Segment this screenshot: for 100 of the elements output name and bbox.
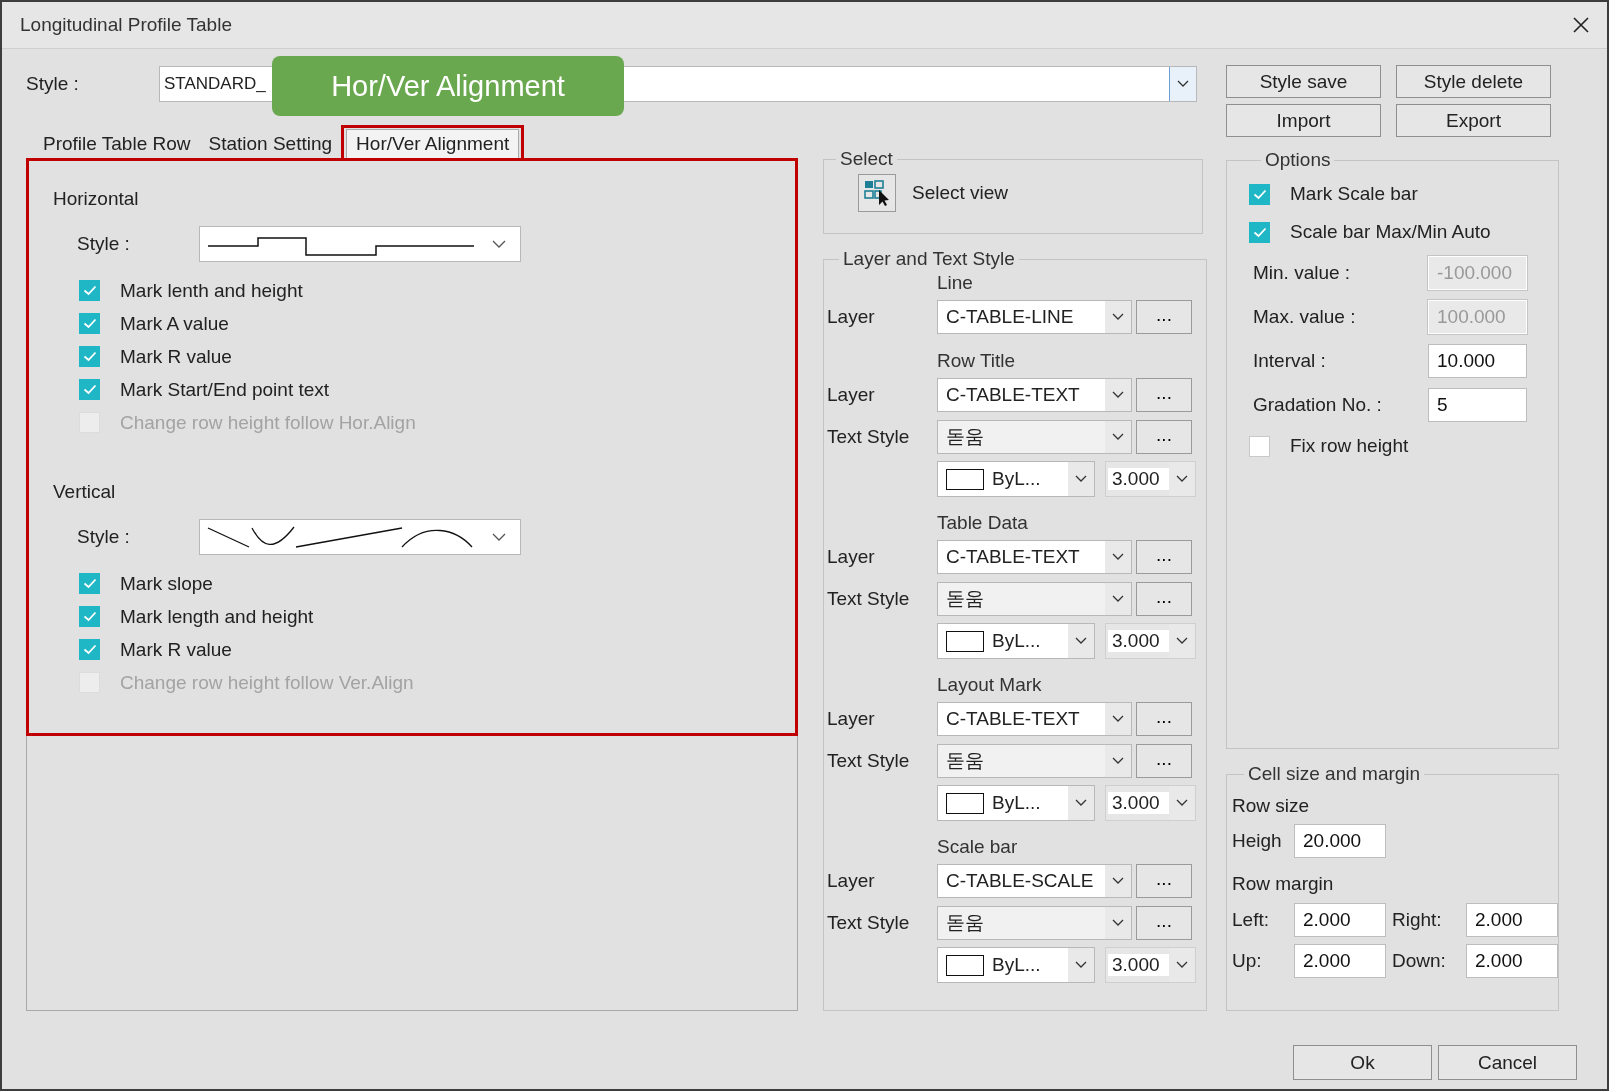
caret-icon [1112, 595, 1124, 603]
layer-dropdown[interactable]: C-TABLE-SCALE [937, 864, 1132, 898]
field-label: Text Style [827, 912, 911, 934]
browse-button[interactable]: ... [1136, 378, 1192, 412]
field-label: Layer [827, 870, 876, 892]
text-height-dropdown[interactable]: 3.000 [1105, 623, 1196, 659]
browse-button[interactable]: ... [1136, 420, 1192, 454]
check-icon [82, 285, 97, 296]
layer-dropdown[interactable]: C-TABLE-TEXT [937, 702, 1132, 736]
field-label: Min. value : [1253, 262, 1352, 284]
grid-cursor-icon [863, 179, 891, 207]
section-heading: Vertical [53, 481, 117, 504]
input-field[interactable]: 20.000 [1294, 824, 1386, 858]
checkbox-label: Scale bar Max/Min Auto [1290, 221, 1491, 243]
input-field[interactable]: 2.000 [1466, 903, 1558, 937]
checkbox[interactable] [1249, 435, 1270, 457]
browse-button[interactable]: ... [1136, 906, 1192, 940]
layer-dropdown[interactable]: C-TABLE-LINE [937, 300, 1132, 334]
browse-button[interactable]: ... [1136, 864, 1192, 898]
checkbox-label: Mark length and height [120, 605, 314, 628]
color-swatch-icon [946, 468, 984, 490]
subsection-title: Row margin [1232, 872, 1335, 896]
text-style-dropdown[interactable]: 돋움 [937, 582, 1132, 616]
caret-icon [1177, 80, 1189, 88]
browse-button[interactable]: ... [1136, 582, 1192, 616]
caret-icon [1112, 877, 1124, 885]
section-title: Scale bar [937, 835, 1019, 859]
input-field[interactable]: 10.000 [1428, 344, 1527, 378]
color-swatch-icon [946, 954, 984, 976]
check-icon [82, 318, 97, 329]
color-dropdown[interactable]: ByL... [937, 785, 1095, 821]
tab[interactable]: Hor/Ver Alignment [346, 129, 520, 158]
browse-button[interactable]: ... [1136, 702, 1192, 736]
layer-dropdown[interactable]: C-TABLE-TEXT [937, 540, 1132, 574]
field-label: Text Style [827, 750, 911, 772]
section-title: Line [937, 271, 974, 295]
layer-dropdown[interactable]: C-TABLE-TEXT [937, 378, 1132, 412]
checkbox[interactable] [1249, 183, 1270, 205]
text-style-dropdown[interactable]: 돋움 [937, 420, 1132, 454]
window-title: Longitudinal Profile Table [20, 14, 232, 36]
input-field[interactable]: 2.000 [1294, 944, 1386, 978]
field-label: Layer [827, 708, 876, 730]
checkbox[interactable] [1249, 221, 1270, 243]
style-action-button[interactable]: Style delete [1396, 65, 1551, 98]
browse-button[interactable]: ... [1136, 540, 1192, 574]
group-title: Cell size and margin [1247, 763, 1422, 785]
input-field[interactable]: 2.000 [1294, 903, 1386, 937]
group-title: Layer and Text Style [842, 248, 1016, 270]
style-action-button[interactable]: Style save [1226, 65, 1381, 98]
checkbox[interactable] [79, 280, 100, 301]
checkbox-label: Mark slope [120, 572, 213, 595]
callout-tooltip: Hor/Ver Alignment [272, 56, 624, 116]
dialog-button[interactable]: Ok [1293, 1045, 1432, 1080]
text-style-dropdown[interactable]: 돋움 [937, 906, 1132, 940]
check-icon [82, 384, 97, 395]
color-dropdown[interactable]: ByL... [937, 623, 1095, 659]
field-label: Interval : [1253, 350, 1327, 372]
line-style-dropdown[interactable] [199, 519, 521, 555]
tab[interactable]: Profile Table Row [34, 129, 200, 158]
close-icon[interactable] [1573, 17, 1589, 33]
text-height-dropdown[interactable]: 3.000 [1105, 947, 1196, 983]
caret-icon [1075, 637, 1087, 645]
section-title: Table Data [937, 511, 1029, 535]
checkbox-label: Change row height follow Ver.Align [120, 671, 414, 694]
checkbox[interactable] [79, 573, 100, 594]
field-label: Gradation No. : [1253, 394, 1383, 416]
caret-icon [1075, 475, 1087, 483]
checkbox-label: Change row height follow Hor.Align [120, 411, 416, 434]
checkbox[interactable] [79, 639, 100, 660]
text-height-dropdown[interactable]: 3.000 [1105, 785, 1196, 821]
color-dropdown[interactable]: ByL... [937, 947, 1095, 983]
select-view-button[interactable] [858, 174, 896, 212]
field-label: Text Style [827, 426, 911, 448]
caret-icon [1112, 391, 1124, 399]
style-label: Style : [26, 73, 80, 95]
checkbox[interactable] [79, 606, 100, 627]
check-icon [82, 351, 97, 362]
input-field[interactable]: 2.000 [1466, 944, 1558, 978]
caret-icon [1075, 799, 1087, 807]
browse-button[interactable]: ... [1136, 300, 1192, 334]
color-swatch-icon [946, 792, 984, 814]
style-action-button[interactable]: Import [1226, 104, 1381, 137]
text-height-dropdown[interactable]: 3.000 [1105, 461, 1196, 497]
text-style-dropdown[interactable]: 돋움 [937, 744, 1132, 778]
input-field: -100.000 [1428, 256, 1527, 290]
style-action-button[interactable]: Export [1396, 104, 1551, 137]
caret-icon [1112, 757, 1124, 765]
checkbox[interactable] [79, 346, 100, 367]
field-label: Layer [827, 306, 876, 328]
checkbox[interactable] [79, 313, 100, 334]
input-field[interactable]: 5 [1428, 388, 1527, 422]
dialog-button[interactable]: Cancel [1438, 1045, 1577, 1080]
check-icon [82, 578, 97, 589]
line-style-dropdown[interactable] [199, 226, 521, 262]
browse-button[interactable]: ... [1136, 744, 1192, 778]
checkbox[interactable] [79, 379, 100, 400]
tab[interactable]: Station Setting [199, 129, 342, 158]
color-dropdown[interactable]: ByL... [937, 461, 1095, 497]
check-icon [82, 611, 97, 622]
caret-icon [1176, 961, 1188, 969]
